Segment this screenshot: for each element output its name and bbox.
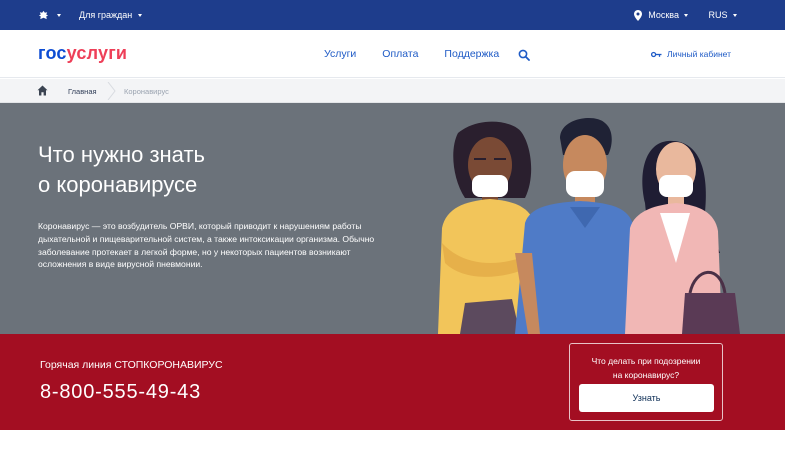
home-icon[interactable] — [37, 85, 48, 96]
language-selector[interactable]: RUS — [708, 10, 737, 20]
chevron-down-icon — [137, 14, 142, 18]
city-selector[interactable]: Москва — [648, 10, 689, 20]
learn-more-button[interactable]: Узнать — [579, 384, 714, 412]
key-icon — [651, 51, 662, 58]
hotline-band: Горячая линия СТОПКОРОНАВИРУС 8-800-555-… — [0, 334, 785, 430]
search-icon[interactable] — [518, 48, 530, 61]
breadcrumb: Главная Коронавирус — [0, 79, 785, 103]
chevron-down-icon[interactable] — [57, 13, 61, 17]
hero-section: Что нужно знать о коронавирусе Коронавир… — [0, 103, 785, 334]
nav-payment[interactable]: Оплата — [382, 48, 418, 60]
page-bottom-area — [0, 430, 785, 462]
breadcrumb-current: Коронавирус — [124, 87, 169, 96]
chevron-down-icon — [733, 14, 737, 18]
gosuslugi-logo[interactable]: госуслуги — [38, 43, 127, 64]
top-bar: Для граждан Москва RUS — [0, 0, 785, 30]
masked-people-illustration — [438, 118, 740, 334]
page-title: Что нужно знать о коронавирусе — [38, 142, 205, 197]
hotline-label: Горячая линия СТОПКОРОНАВИРУС — [40, 359, 223, 371]
suspicion-question: Что делать при подозрении на коронавирус… — [591, 356, 701, 380]
chevron-down-icon — [684, 14, 689, 18]
personal-cabinet-link[interactable]: Личный кабинет — [651, 49, 731, 59]
suspicion-box: Что делать при подозрении на коронавирус… — [569, 343, 723, 421]
breadcrumb-separator — [107, 81, 117, 101]
audience-selector[interactable]: Для граждан — [79, 10, 142, 20]
coat-of-arms-icon[interactable] — [38, 10, 49, 21]
hotline-phone[interactable]: 8-800-555-49-43 — [40, 381, 201, 404]
main-nav: Услуги Оплата Поддержка — [324, 48, 499, 60]
breadcrumb-home-link[interactable]: Главная — [68, 87, 97, 96]
nav-services[interactable]: Услуги — [324, 48, 356, 60]
nav-support[interactable]: Поддержка — [444, 48, 499, 60]
woman-right-figure — [625, 140, 740, 334]
site-header: госуслуги Услуги Оплата Поддержка Личный… — [0, 30, 785, 78]
man-middle-figure — [515, 118, 640, 334]
hero-description: Коронавирус — это возбудитель ОРВИ, кото… — [38, 221, 375, 270]
map-pin-icon — [634, 9, 643, 21]
